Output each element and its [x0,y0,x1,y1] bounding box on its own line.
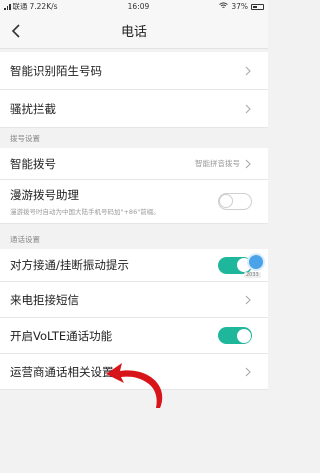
row-label: 来电拒接短信 [10,292,79,307]
volte-toggle[interactable] [218,327,252,344]
row-label: 漫游拨号助理 [10,188,79,202]
status-right: 37% [219,2,264,11]
toggle-knob [236,328,251,343]
signal-icon [4,3,11,10]
row-text: 漫游拨号助理 漫游拨号时自动为中国大陆手机号码加"+86"前缀。 [10,187,218,216]
row-volte: 开启VoLTE通话功能 [0,318,268,354]
row-label: 对方接通/挂断振动提示 [10,258,129,272]
chevron-right-icon [244,66,252,76]
chevron-right-icon [244,104,252,114]
back-button[interactable] [6,21,26,41]
row-label: 智能拨号 [10,156,56,171]
toggle-knob [219,194,233,208]
title-bar: 电话 [0,13,268,49]
wifi-icon [219,2,229,11]
touch-indicator-label: 2033 [244,272,261,278]
row-harassment-block[interactable]: 骚扰拦截 [0,90,268,128]
chevron-left-icon [11,24,20,38]
row-sublabel: 漫游拨号时自动为中国大陆手机号码加"+86"前缀。 [10,208,160,216]
battery-icon [250,3,264,10]
chevron-right-icon [244,159,252,169]
clock: 16:09 [127,2,150,11]
status-bar: 联通 7.22K/s 16:09 37% [0,0,268,13]
roaming-toggle[interactable] [218,193,252,210]
row-value: 智能拼音拨号 [195,159,240,168]
row-label: 开启VoLTE通话功能 [10,328,113,343]
section-header-dial: 拨号设置 [0,129,268,148]
chevron-right-icon [244,295,252,305]
battery-percent: 37% [231,2,248,11]
chevron-right-icon [244,367,252,377]
page-title: 电话 [120,25,147,40]
row-reject-sms[interactable]: 来电拒接短信 [0,282,268,318]
row-vibrate-on-connect: 对方接通/挂断振动提示 [0,249,268,282]
carrier-text: 联通 [12,2,28,11]
touch-indicator [247,253,265,271]
annotation-arrow-icon [106,363,163,408]
row-smart-identify[interactable]: 智能识别陌生号码 [0,52,268,90]
row-roaming-assistant: 漫游拨号助理 漫游拨号时自动为中国大陆手机号码加"+86"前缀。 [0,180,268,224]
row-label: 智能识别陌生号码 [10,63,102,78]
status-left: 联通 7.22K/s [4,1,58,12]
section-header-call: 通话设置 [0,230,268,249]
row-smart-dial[interactable]: 智能拨号 智能拼音拨号 [0,148,268,180]
network-speed: 7.22K/s [29,2,58,11]
row-label: 骚扰拦截 [10,101,56,116]
